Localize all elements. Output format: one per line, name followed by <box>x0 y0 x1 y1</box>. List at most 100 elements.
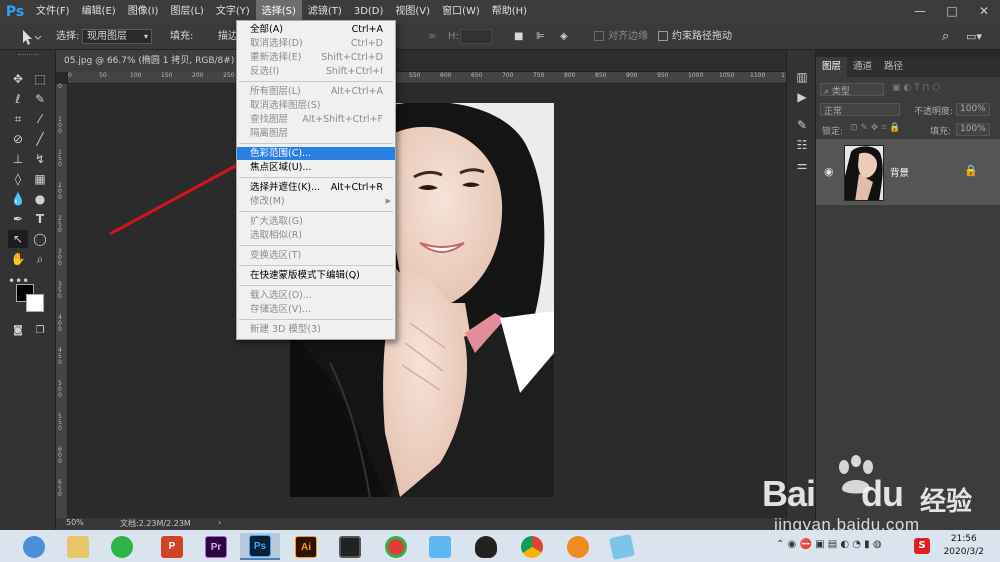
quick-mask-icon[interactable]: ◙ <box>8 322 28 340</box>
menu-item-inverse[interactable]: 反选(I) Shift+Ctrl+I <box>237 65 395 78</box>
blend-mode-select[interactable]: 正常 <box>820 103 900 117</box>
align-edges-option[interactable]: 对齐边缘 <box>594 24 648 50</box>
taskbar-qq[interactable] <box>466 533 506 560</box>
constrain-path-checkbox[interactable] <box>658 31 668 41</box>
taskbar-powerpoint[interactable]: P <box>152 533 192 560</box>
menu-item-transform-selection[interactable]: 变换选区(T) <box>237 249 395 262</box>
quick-select-tool-icon[interactable]: ✎ <box>30 90 50 108</box>
menu-item-reselect[interactable]: 重新选择(E) Shift+Ctrl+D <box>237 51 395 64</box>
status-menu-arrow[interactable]: › <box>218 518 221 527</box>
menu-item-new-3d-extrusion[interactable]: 新建 3D 模型(3) <box>237 323 395 336</box>
taskbar-chat-app[interactable] <box>420 533 460 560</box>
menu-item-select-and-mask[interactable]: 选择并遮住(K)... Alt+Ctrl+R <box>237 181 395 194</box>
search-icon[interactable]: ⌕ <box>942 24 949 50</box>
visibility-eye-icon[interactable]: ◉ <box>824 165 834 178</box>
menu-item-select-all[interactable]: 全部(A) Ctrl+A <box>237 23 395 36</box>
dodge-tool-icon[interactable]: ● <box>30 190 50 208</box>
screen-mode-icon[interactable]: ❐ <box>30 322 50 340</box>
background-color-swatch[interactable] <box>26 294 44 312</box>
menu-item-deselect-layers[interactable]: 取消选择图层(S) <box>237 99 395 112</box>
path-selection-tool-icon[interactable]: ↖ <box>8 230 28 248</box>
ime-icon[interactable]: S <box>914 538 930 554</box>
layer-kind-filter[interactable]: ⌕ 类型 <box>820 83 884 97</box>
path-operations-icon[interactable]: ■ <box>514 24 523 50</box>
taskbar-media-player[interactable] <box>376 533 416 560</box>
path-arrange-icon[interactable]: ◈ <box>560 24 568 50</box>
menu-item-all-layers[interactable]: 所有图层(L) Alt+Ctrl+A <box>237 85 395 98</box>
taskbar-video-editor[interactable] <box>330 533 370 560</box>
menu-view[interactable]: 视图(V) <box>389 0 436 24</box>
taskbar-notes-app[interactable] <box>602 533 642 560</box>
menu-item-load-selection[interactable]: 载入选区(O)... <box>237 289 395 302</box>
tab-layers[interactable]: 图层 <box>816 57 848 77</box>
history-brush-tool-icon[interactable]: ↯ <box>30 150 50 168</box>
eyedropper-tool-icon[interactable]: ⁄ <box>30 110 50 128</box>
properties-panel-icon[interactable]: ☷ <box>792 136 812 154</box>
link-icon[interactable]: ∞ <box>428 24 436 50</box>
close-button[interactable]: ✕ <box>968 0 1000 24</box>
healing-brush-tool-icon[interactable]: ⊘ <box>8 130 28 148</box>
menu-item-color-range[interactable]: 色彩范围(C)... <box>237 147 395 160</box>
zoom-level[interactable]: 50% <box>66 518 84 527</box>
crop-tool-icon[interactable]: ⌗ <box>8 110 28 128</box>
menu-file[interactable]: 文件(F) <box>30 0 76 24</box>
menu-item-save-selection[interactable]: 存储选区(V)... <box>237 303 395 316</box>
align-edges-checkbox[interactable] <box>594 31 604 41</box>
path-alignment-icon[interactable]: ⊫ <box>536 24 545 50</box>
adjustments-panel-icon[interactable]: ⚌ <box>792 156 812 174</box>
menu-image[interactable]: 图像(I) <box>122 0 165 24</box>
type-tool-icon[interactable]: T <box>30 210 50 228</box>
select-dropdown[interactable]: 现用图层 ▾ <box>82 29 152 44</box>
minimize-button[interactable]: — <box>904 0 936 24</box>
taskbar-wechat[interactable] <box>102 533 142 560</box>
menu-item-grow[interactable]: 扩大选取(G) <box>237 215 395 228</box>
actions-panel-icon[interactable]: ▶ <box>792 88 812 106</box>
menu-item-quick-mask[interactable]: 在快速蒙版模式下编辑(Q) <box>237 269 395 282</box>
constrain-path-option[interactable]: 约束路径拖动 <box>658 24 732 50</box>
menu-layer[interactable]: 图层(L) <box>164 0 209 24</box>
taskbar-file-explorer[interactable] <box>58 533 98 560</box>
menu-item-focus-area[interactable]: 焦点区域(U)... <box>237 161 395 174</box>
hand-tool-icon[interactable]: ✋ <box>8 250 28 268</box>
taskbar-sync-app[interactable] <box>558 533 598 560</box>
filter-icons[interactable]: ▣ ◐ T ⊓ ⬡ <box>892 83 940 93</box>
history-panel-icon[interactable]: ▥ <box>792 68 812 86</box>
tab-channels[interactable]: 通道 <box>847 57 878 77</box>
tray-icons[interactable]: ⌃ ◉ ⛔ ▣ ▤ ◐ ◔ ▮ ◍ <box>776 539 882 550</box>
menu-window[interactable]: 窗口(W) <box>436 0 486 24</box>
lasso-tool-icon[interactable]: ℓ <box>8 90 28 108</box>
opacity-input[interactable]: 100% <box>956 103 990 116</box>
taskbar-premiere[interactable]: Pr <box>196 533 236 560</box>
blur-tool-icon[interactable]: 💧 <box>8 190 28 208</box>
menu-help[interactable]: 帮助(H) <box>486 0 533 24</box>
taskbar-illustrator[interactable]: Ai <box>286 533 326 560</box>
path-select-tool-icon[interactable] <box>20 24 42 50</box>
clone-stamp-tool-icon[interactable]: ⊥ <box>8 150 28 168</box>
gradient-tool-icon[interactable]: ▦ <box>30 170 50 188</box>
menu-item-modify[interactable]: 修改(M) ▶ <box>237 195 395 208</box>
menu-item-find-layers[interactable]: 查找图层 Alt+Shift+Ctrl+F <box>237 113 395 126</box>
pen-tool-icon[interactable]: ✒ <box>8 210 28 228</box>
ellipse-tool-icon[interactable]: ◯ <box>30 230 50 248</box>
menu-edit[interactable]: 编辑(E) <box>76 0 122 24</box>
menu-item-deselect[interactable]: 取消选择(D) Ctrl+D <box>237 37 395 50</box>
height-input[interactable] <box>460 29 492 44</box>
menu-item-isolate-layers[interactable]: 隔离图层 <box>237 127 395 140</box>
maximize-button[interactable]: □ <box>936 0 968 24</box>
zoom-tool-icon[interactable]: ⌕ <box>30 250 50 268</box>
layer-row-background[interactable]: ◉ 背景 🔒 <box>816 139 1000 205</box>
lock-icons[interactable]: ⊡ ✎ ✥ ⌗ 🔒 <box>850 123 900 133</box>
move-tool-icon[interactable]: ✥ <box>8 70 28 88</box>
brush-tool-icon[interactable]: ╱ <box>30 130 50 148</box>
taskbar-browser-app[interactable] <box>14 533 54 560</box>
marquee-tool-icon[interactable]: ⬚ <box>30 70 50 88</box>
taskbar-chrome[interactable] <box>512 533 552 560</box>
taskbar-clock[interactable]: 21:56 2020/3/2 <box>944 533 984 559</box>
taskbar-photoshop[interactable]: Ps <box>240 533 280 560</box>
tab-paths[interactable]: 路径 <box>878 57 909 77</box>
workspace-switcher-icon[interactable]: ▭▾ <box>966 24 982 50</box>
menu-item-similar[interactable]: 选取相似(R) <box>237 229 395 242</box>
fill-opacity-input[interactable]: 100% <box>956 123 990 136</box>
eraser-tool-icon[interactable]: ◊ <box>8 170 28 188</box>
layer-name[interactable]: 背景 <box>890 165 909 179</box>
